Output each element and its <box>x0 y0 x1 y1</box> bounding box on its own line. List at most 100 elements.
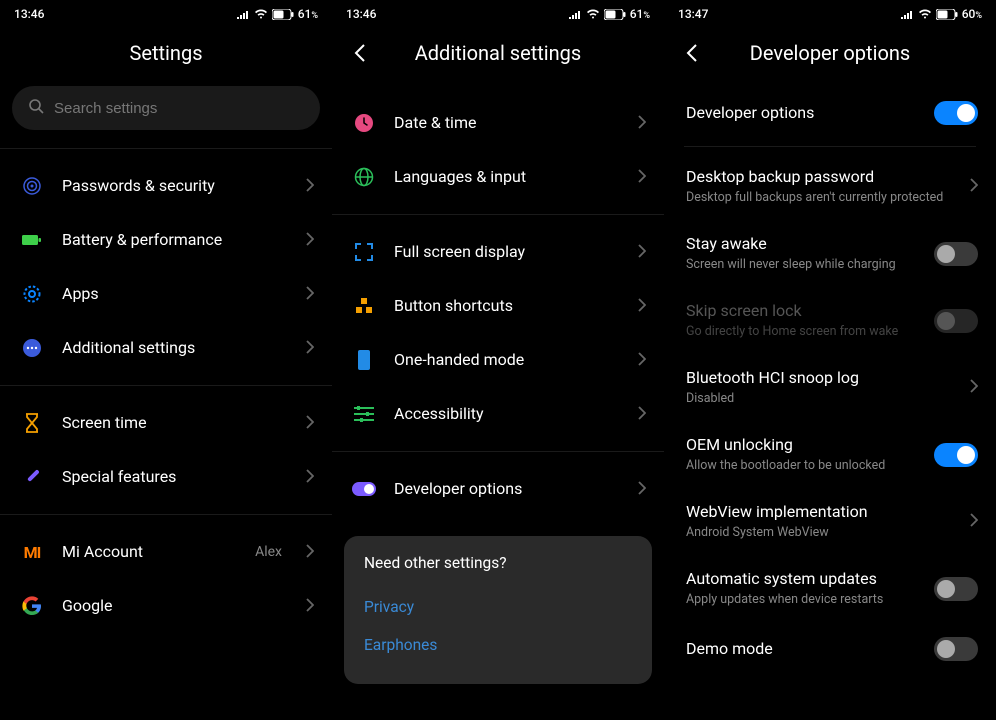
dots-icon <box>20 336 44 360</box>
footer-link-earphones[interactable]: Earphones <box>364 626 632 664</box>
status-time: 13:47 <box>678 7 708 21</box>
chevron-right-icon <box>970 177 978 196</box>
row-automatic-updates[interactable]: Automatic system updates Apply updates w… <box>664 555 996 622</box>
chevron-right-icon <box>306 543 314 562</box>
footer-link-privacy[interactable]: Privacy <box>364 588 632 626</box>
toggle-skip-screen-lock <box>934 309 978 333</box>
search-icon <box>28 98 44 118</box>
toggle-automatic-updates[interactable] <box>934 577 978 601</box>
wifi-icon <box>254 9 268 19</box>
row-dev-options-master[interactable]: Developer options <box>664 86 996 140</box>
settings-list: Passwords & security Battery & performan… <box>0 149 332 720</box>
row-date-time[interactable]: Date & time <box>332 96 664 150</box>
chevron-right-icon <box>306 414 314 433</box>
chevron-right-icon <box>638 297 646 316</box>
google-icon <box>20 594 44 618</box>
page-title: Additional settings <box>415 41 582 65</box>
mi-account-value: Alex <box>255 544 282 560</box>
target-icon <box>20 174 44 198</box>
search-input[interactable] <box>54 100 304 117</box>
chevron-right-icon <box>970 512 978 531</box>
header: Developer options <box>664 28 996 78</box>
toggle-developer-options[interactable] <box>934 101 978 125</box>
developer-list: Developer options Desktop backup passwor… <box>664 86 996 720</box>
battery-percent: 60% <box>962 7 982 21</box>
gear-icon <box>20 282 44 306</box>
globe-icon <box>352 165 376 189</box>
status-bar: 13:46 61% <box>332 0 664 28</box>
row-languages-input[interactable]: Languages & input <box>332 150 664 204</box>
row-full-screen-display[interactable]: Full screen display <box>332 225 664 279</box>
toggle-stay-awake[interactable] <box>934 242 978 266</box>
hourglass-icon <box>20 411 44 435</box>
status-bar: 13:46 61% <box>0 0 332 28</box>
row-special-features[interactable]: Special features <box>0 450 332 504</box>
row-passwords-security[interactable]: Passwords & security <box>0 159 332 213</box>
row-button-shortcuts[interactable]: Button shortcuts <box>332 279 664 333</box>
chevron-right-icon <box>306 597 314 616</box>
footer-title: Need other settings? <box>364 554 632 572</box>
footer-card: Need other settings? Privacy Earphones <box>344 536 652 684</box>
chevron-right-icon <box>306 177 314 196</box>
row-battery-performance[interactable]: Battery & performance <box>0 213 332 267</box>
battery-block-icon <box>20 228 44 252</box>
battery-icon <box>936 9 958 20</box>
wifi-icon <box>586 9 600 19</box>
row-mi-account[interactable]: MI Mi Account Alex <box>0 525 332 579</box>
header: Settings <box>0 28 332 78</box>
status-time: 13:46 <box>346 7 376 21</box>
chevron-right-icon <box>306 468 314 487</box>
chevron-right-icon <box>638 351 646 370</box>
fullscreen-icon <box>352 240 376 264</box>
signal-icon <box>236 9 250 19</box>
row-skip-screen-lock: Skip screen lock Go directly to Home scr… <box>664 287 996 354</box>
row-stay-awake[interactable]: Stay awake Screen will never sleep while… <box>664 220 996 287</box>
battery-icon <box>272 9 294 20</box>
row-bluetooth-snoop[interactable]: Bluetooth HCI snoop log Disabled <box>664 354 996 421</box>
signal-icon <box>568 9 582 19</box>
additional-list: Date & time Languages & input Full scree… <box>332 86 664 720</box>
row-desktop-backup-password[interactable]: Desktop backup password Desktop full bac… <box>664 153 996 220</box>
row-screen-time[interactable]: Screen time <box>0 396 332 450</box>
back-button[interactable] <box>348 41 372 65</box>
chevron-right-icon <box>638 243 646 262</box>
row-webview-impl[interactable]: WebView implementation Android System We… <box>664 488 996 555</box>
battery-percent: 61% <box>298 7 318 21</box>
back-button[interactable] <box>680 41 704 65</box>
battery-icon <box>604 9 626 20</box>
accessibility-icon <box>352 402 376 426</box>
chevron-right-icon <box>638 480 646 499</box>
row-oem-unlocking[interactable]: OEM unlocking Allow the bootloader to be… <box>664 421 996 488</box>
panel-settings: 13:46 61% Settings Passwords & security … <box>0 0 332 720</box>
search-box[interactable] <box>12 86 320 130</box>
chevron-right-icon <box>638 114 646 133</box>
row-accessibility[interactable]: Accessibility <box>332 387 664 441</box>
chevron-right-icon <box>306 231 314 250</box>
chevron-right-icon <box>638 405 646 424</box>
status-bar: 13:47 60% <box>664 0 996 28</box>
signal-icon <box>900 9 914 19</box>
clock-icon <box>352 111 376 135</box>
wifi-icon <box>918 9 932 19</box>
row-google[interactable]: Google <box>0 579 332 633</box>
chevron-right-icon <box>970 378 978 397</box>
chevron-right-icon <box>306 285 314 304</box>
row-additional-settings[interactable]: Additional settings <box>0 321 332 375</box>
chevron-right-icon <box>638 168 646 187</box>
row-developer-options[interactable]: Developer options <box>332 462 664 516</box>
phone-icon <box>352 348 376 372</box>
toggle-demo-mode[interactable] <box>934 637 978 661</box>
toggle-icon <box>352 477 376 501</box>
page-title: Developer options <box>750 41 910 65</box>
mi-icon: MI <box>20 540 44 564</box>
shortcuts-icon <box>352 294 376 318</box>
panel-additional-settings: 13:46 61% Additional settings Date & tim… <box>332 0 664 720</box>
panel-developer-options: 13:47 60% Developer options Developer op… <box>664 0 996 720</box>
row-demo-mode[interactable]: Demo mode <box>664 622 996 676</box>
wand-icon <box>20 465 44 489</box>
row-one-handed-mode[interactable]: One-handed mode <box>332 333 664 387</box>
row-apps[interactable]: Apps <box>0 267 332 321</box>
toggle-oem-unlocking[interactable] <box>934 443 978 467</box>
battery-percent: 61% <box>630 7 650 21</box>
header: Additional settings <box>332 28 664 78</box>
